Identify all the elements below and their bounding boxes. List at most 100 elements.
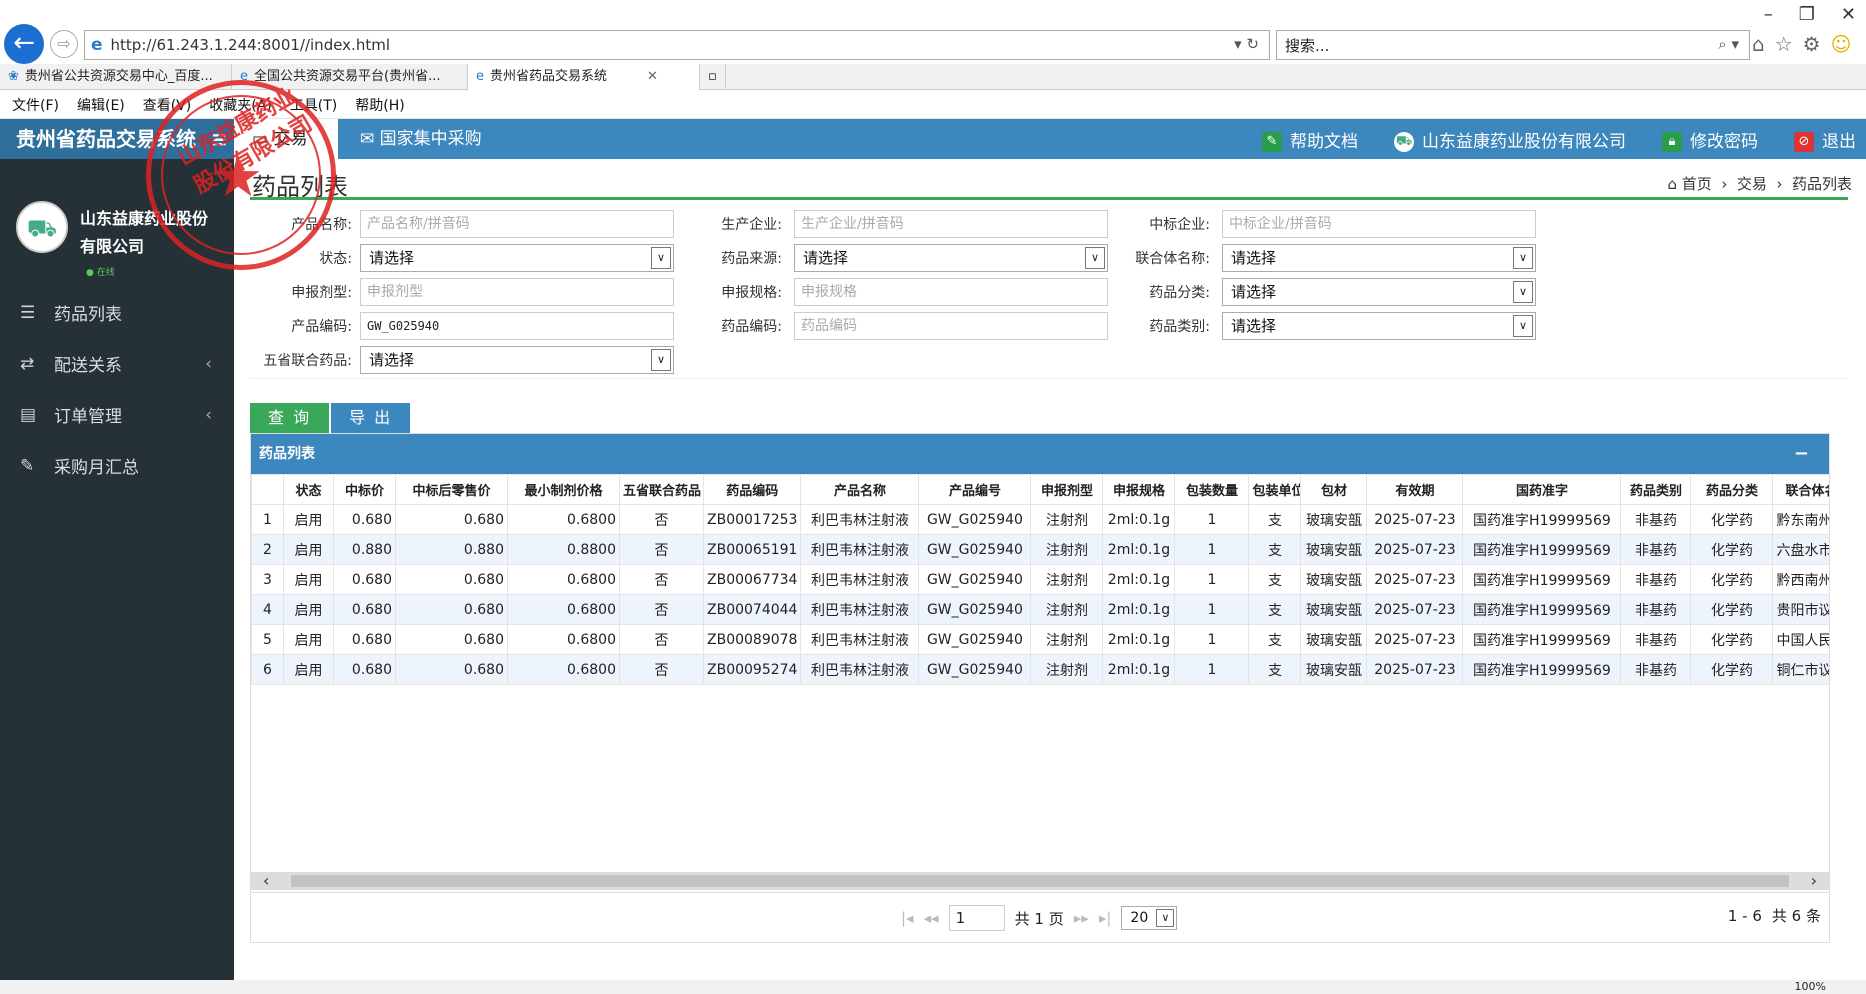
table-cell: 2ml:0.1g xyxy=(1102,564,1176,595)
column-header[interactable]: 最小制剂价格 xyxy=(507,474,620,505)
column-header[interactable]: 申报剂型 xyxy=(1030,474,1104,505)
column-header[interactable]: 药品分类 xyxy=(1690,474,1774,505)
list-icon: ☰ xyxy=(20,302,36,323)
table-cell: 非基药 xyxy=(1620,624,1692,655)
record-total: 共 6 条 xyxy=(1771,907,1821,925)
column-header[interactable]: 药品编码 xyxy=(702,474,802,505)
dosage-input[interactable]: 申报剂型 xyxy=(360,278,674,306)
table-cell: 1 xyxy=(1174,504,1250,535)
column-header[interactable]: 包装单位 xyxy=(1248,474,1302,505)
table-cell: 玻璃安瓿 xyxy=(1300,624,1368,655)
product-code-input[interactable]: GW_G025940 xyxy=(360,312,674,340)
table-cell: 注射剂 xyxy=(1030,504,1104,535)
winner-input[interactable]: 中标企业/拼音码 xyxy=(1222,210,1536,238)
table-cell: 0.880 xyxy=(395,534,508,565)
scroll-right-icon[interactable]: › xyxy=(1811,872,1817,890)
table-row[interactable]: 2 启用 0.880 0.880 0.8800 否 ZB00065191 利巴韦林注射液 GW_… xyxy=(251,534,1829,565)
prev-page-icon[interactable]: ◂◂ xyxy=(924,909,939,927)
refresh-icon[interactable]: ▾ ↻ xyxy=(1234,35,1259,53)
column-header[interactable]: 包装数量 xyxy=(1174,474,1250,505)
column-header[interactable]: 中标后零售价 xyxy=(395,474,508,505)
drug-type-select[interactable]: 请选择 ∨ xyxy=(1222,312,1536,340)
column-header[interactable] xyxy=(251,474,284,505)
exchange-icon: ⇄ xyxy=(20,353,35,374)
menu-help[interactable]: 帮助(H) xyxy=(355,95,404,115)
address-bar[interactable]: e http://61.243.1.244:8001//index.html ▾… xyxy=(84,30,1270,60)
back-arrow-icon[interactable]: ← xyxy=(4,24,44,64)
sidebar-item-orders[interactable]: ▤ 订单管理 ‹ xyxy=(0,389,234,440)
page-size-select[interactable]: 20 ∨ xyxy=(1121,906,1178,930)
menu-edit[interactable]: 编辑(E) xyxy=(77,95,125,115)
product-code-label: 产品编码: xyxy=(291,319,352,335)
horizontal-scrollbar[interactable]: ‹ › xyxy=(251,872,1829,890)
table-row[interactable]: 3 启用 0.680 0.680 0.6800 否 ZB00067734 利巴韦林注射液 GW_… xyxy=(251,564,1829,595)
column-header[interactable]: 产品编号 xyxy=(918,474,1032,505)
help-docs-link[interactable]: ✎ 帮助文档 xyxy=(1262,127,1358,152)
smiley-icon[interactable]: ☺ xyxy=(1831,32,1852,56)
collapse-icon[interactable]: − xyxy=(1794,434,1809,474)
sidebar-item-drug-list[interactable]: ☰ 药品列表 xyxy=(0,287,234,338)
breadcrumb-trade[interactable]: 交易 xyxy=(1737,175,1767,193)
column-header[interactable]: 联合体名称 xyxy=(1772,474,1829,505)
star-icon[interactable]: ☆ xyxy=(1775,32,1793,56)
alliance-select[interactable]: 请选择 ∨ xyxy=(1222,244,1536,272)
source-select[interactable]: 请选择 ∨ xyxy=(794,244,1108,272)
first-page-icon[interactable]: |◂ xyxy=(901,909,914,927)
minimize-icon[interactable]: – xyxy=(1764,4,1773,25)
breadcrumb-home[interactable]: 首页 xyxy=(1682,175,1712,193)
column-header[interactable]: 国药准字 xyxy=(1462,474,1622,505)
table-row[interactable]: 1 启用 0.680 0.680 0.6800 否 ZB00017253 利巴韦林注射液 GW_… xyxy=(251,504,1829,535)
table-cell: 否 xyxy=(619,624,704,655)
five-prov-select[interactable]: 请选择 ∨ xyxy=(360,346,674,374)
change-password-link[interactable]: 🔒︎ 修改密码 xyxy=(1662,127,1758,152)
menu-file[interactable]: 文件(F) xyxy=(12,95,59,115)
column-header[interactable]: 状态 xyxy=(283,474,334,505)
export-button[interactable]: 导 出 xyxy=(331,403,411,433)
grid-body: 状态 中标价 中标后零售价 最小制剂价格 五省联合药品 药品编码 产品名称 产品编号 申报剂型申… xyxy=(251,474,1829,872)
restore-icon[interactable]: ❐ xyxy=(1799,4,1815,25)
logout-link[interactable]: ⊘ 退出 xyxy=(1794,127,1856,152)
column-header[interactable]: 药品类别 xyxy=(1620,474,1692,505)
table-row[interactable]: 5 启用 0.680 0.680 0.6800 否 ZB00089078 利巴韦林注射液 GW_… xyxy=(251,624,1829,655)
column-header[interactable]: 申报规格 xyxy=(1102,474,1176,505)
close-icon[interactable]: ✕ xyxy=(1841,4,1856,25)
category-select[interactable]: 请选择 ∨ xyxy=(1222,278,1536,306)
scroll-left-icon[interactable]: ‹ xyxy=(263,872,269,890)
drug-code-input[interactable]: 药品编码 xyxy=(794,312,1108,340)
column-header[interactable]: 五省联合药品 xyxy=(619,474,704,505)
spec-input[interactable]: 申报规格 xyxy=(794,278,1108,306)
table-cell: ZB00017253 xyxy=(702,504,802,535)
table-cell: 支 xyxy=(1248,564,1302,595)
table-cell: 支 xyxy=(1248,504,1302,535)
close-tab-icon[interactable]: ✕ xyxy=(647,69,658,84)
sidebar-item-distribution[interactable]: ⇄ 配送关系 ‹ xyxy=(0,338,234,389)
manufacturer-input[interactable]: 生产企业/拼音码 xyxy=(794,210,1108,238)
column-header[interactable]: 中标价 xyxy=(333,474,396,505)
column-header[interactable]: 有效期 xyxy=(1366,474,1464,505)
column-header[interactable]: 产品名称 xyxy=(800,474,920,505)
status-select[interactable]: 请选择 ∨ xyxy=(360,244,674,272)
scroll-thumb[interactable] xyxy=(291,875,1789,887)
next-page-icon[interactable]: ▸▸ xyxy=(1074,909,1089,927)
column-header[interactable]: 包材 xyxy=(1300,474,1368,505)
browser-tab[interactable]: ❀ 贵州省公共资源交易中心_百度... xyxy=(0,64,232,90)
query-button[interactable]: 查 询 xyxy=(250,403,330,433)
forward-arrow-icon[interactable]: ⇨ xyxy=(50,30,78,58)
tab-national-procurement[interactable]: ✉ 国家集中采购 xyxy=(342,119,500,159)
product-name-input[interactable]: 产品名称/拼音码 xyxy=(360,210,674,238)
search-input[interactable]: 搜索... ⌕ ▾ xyxy=(1276,30,1750,60)
table-cell: 否 xyxy=(619,654,704,685)
last-page-icon[interactable]: ▸| xyxy=(1099,909,1112,927)
sidebar-item-monthly-summary[interactable]: ✎ 采购月汇总 xyxy=(0,440,234,491)
new-tab-button[interactable]: ▫ xyxy=(700,64,726,90)
search-icon[interactable]: ⌕ ▾ xyxy=(1718,35,1739,53)
browser-tab-active[interactable]: e 贵州省药品交易系统 ✕ xyxy=(468,64,700,90)
gear-icon[interactable]: ⚙ xyxy=(1803,32,1821,56)
page-number-input[interactable]: 1 xyxy=(948,905,1005,931)
company-link[interactable]: ⛟ 山东益康药业股份有限公司 xyxy=(1394,127,1626,152)
table-row[interactable]: 4 启用 0.680 0.680 0.6800 否 ZB00074044 利巴韦林注射液 GW_… xyxy=(251,594,1829,625)
home-icon[interactable]: ⌂ xyxy=(1752,32,1765,56)
table-row[interactable]: 6 启用 0.680 0.680 0.6800 否 ZB00095274 利巴韦林注射液 GW_… xyxy=(251,654,1829,685)
table-cell: ZB00074044 xyxy=(702,594,802,625)
spec-label: 申报规格: xyxy=(721,285,782,301)
